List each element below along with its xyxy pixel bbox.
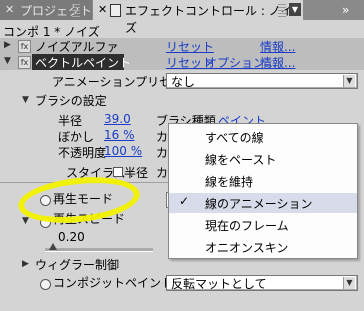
collapse-triangle-icon[interactable]: ▼ (4, 56, 11, 66)
feather-label: ぼかし (58, 130, 95, 144)
collapse-triangle-icon[interactable]: ▼ (22, 95, 29, 105)
panel-menu-icon[interactable]: » (342, 3, 356, 17)
expand-triangle-icon[interactable]: ▶ (22, 259, 29, 269)
feather-value[interactable]: 16 % (104, 128, 135, 142)
fx-icon[interactable]: fx (18, 40, 31, 53)
radius-value[interactable]: 39.0 (104, 112, 131, 126)
reset-link[interactable]: リセット (166, 38, 214, 55)
brush-settings-label: ブラシの設定 (35, 94, 107, 108)
playback-speed-value[interactable]: 0.20 (58, 230, 85, 244)
effect-name-vector-paint-selected[interactable]: ベクトルペイント (32, 54, 131, 70)
close-icon[interactable]: ✕ (5, 3, 14, 16)
info-link[interactable]: 情報... (260, 38, 295, 55)
menu-item-paste-strokes[interactable]: 線をペースト (169, 149, 357, 169)
color-label: カ (156, 146, 169, 160)
color-label: カ (156, 166, 169, 180)
close-icon[interactable]: ✕ (98, 3, 107, 16)
menu-item-onion-skin[interactable]: オニオンスキン (169, 237, 357, 257)
tab-project-label: プロジェクト (20, 4, 93, 18)
animation-preset-dropdown[interactable]: なし ▼ (166, 73, 358, 89)
expand-triangle-icon[interactable]: ▶ (4, 40, 11, 50)
info-link[interactable]: 情報... (260, 54, 295, 71)
composite-paint-label: コンポジットペイント (53, 276, 174, 290)
tab-effect-controls[interactable]: ✕ エフェクトコントロール : ノイズ ▼ (93, 0, 303, 35)
collapse-triangle-icon[interactable]: ▼ (22, 216, 29, 226)
animation-preset-value: なし (171, 75, 196, 89)
checkbox-icon[interactable] (113, 167, 123, 177)
opacity-value[interactable]: 100 % (104, 144, 142, 158)
wiggle-control-label: ウィグラー制御 (35, 258, 120, 272)
effect-name-noise-alpha[interactable]: ノイズアルファ (35, 38, 119, 55)
lock-icon[interactable] (110, 4, 121, 17)
chevron-down-icon[interactable]: ▼ (289, 3, 301, 16)
tab-effect-controls-label: エフェクトコントロール : ノイズ (125, 4, 293, 35)
fx-icon[interactable]: fx (18, 56, 31, 69)
playback-speed-slider-track[interactable] (45, 248, 153, 252)
menu-item-label: 現在のフレーム (205, 219, 289, 233)
chevron-down-icon: ▼ (343, 277, 355, 289)
opacity-label: 不透明度 (58, 146, 107, 160)
slider-knob-icon[interactable] (49, 243, 57, 250)
radius-label: 半径 (58, 114, 83, 128)
effect-name-vector-paint: ベクトルペイント (35, 56, 132, 70)
menu-item-label: 線をペースト (205, 153, 277, 167)
tab-grip-icon[interactable] (72, 2, 80, 17)
menu-item-all-strokes[interactable]: すべての線 (169, 127, 357, 147)
composite-paint-dropdown[interactable]: 反転マットとして ▼ (166, 275, 358, 291)
stylus-radius-label: 半径 (124, 166, 149, 180)
tab-project[interactable]: ✕ プロジェクト (0, 0, 92, 20)
playback-mode-popup-menu: すべての線 線をペースト 線を維持 ✓ 線のアニメーション 現在のフレーム オニ… (168, 123, 358, 259)
composite-paint-value: 反転マットとして (171, 277, 267, 291)
menu-item-stroke-animation[interactable]: ✓ 線のアニメーション (169, 193, 357, 213)
tab-grip-icon[interactable] (278, 2, 286, 17)
menu-item-keep-strokes[interactable]: 線を維持 (169, 171, 357, 191)
panel-tab-bar: ✕ プロジェクト ✕ エフェクトコントロール : ノイズ ▼ » (0, 0, 364, 35)
checkmark-icon: ✓ (179, 194, 190, 208)
menu-item-current-frame[interactable]: 現在のフレーム (169, 215, 357, 235)
menu-item-label: すべての線 (205, 131, 264, 145)
stopwatch-icon[interactable] (40, 279, 51, 290)
chevron-down-icon: ▼ (343, 75, 355, 87)
menu-item-label: オニオンスキン (205, 241, 289, 255)
menu-item-label: 線のアニメーション (205, 197, 313, 211)
color-label: カ (156, 130, 169, 144)
menu-item-label: 線を維持 (205, 175, 254, 189)
